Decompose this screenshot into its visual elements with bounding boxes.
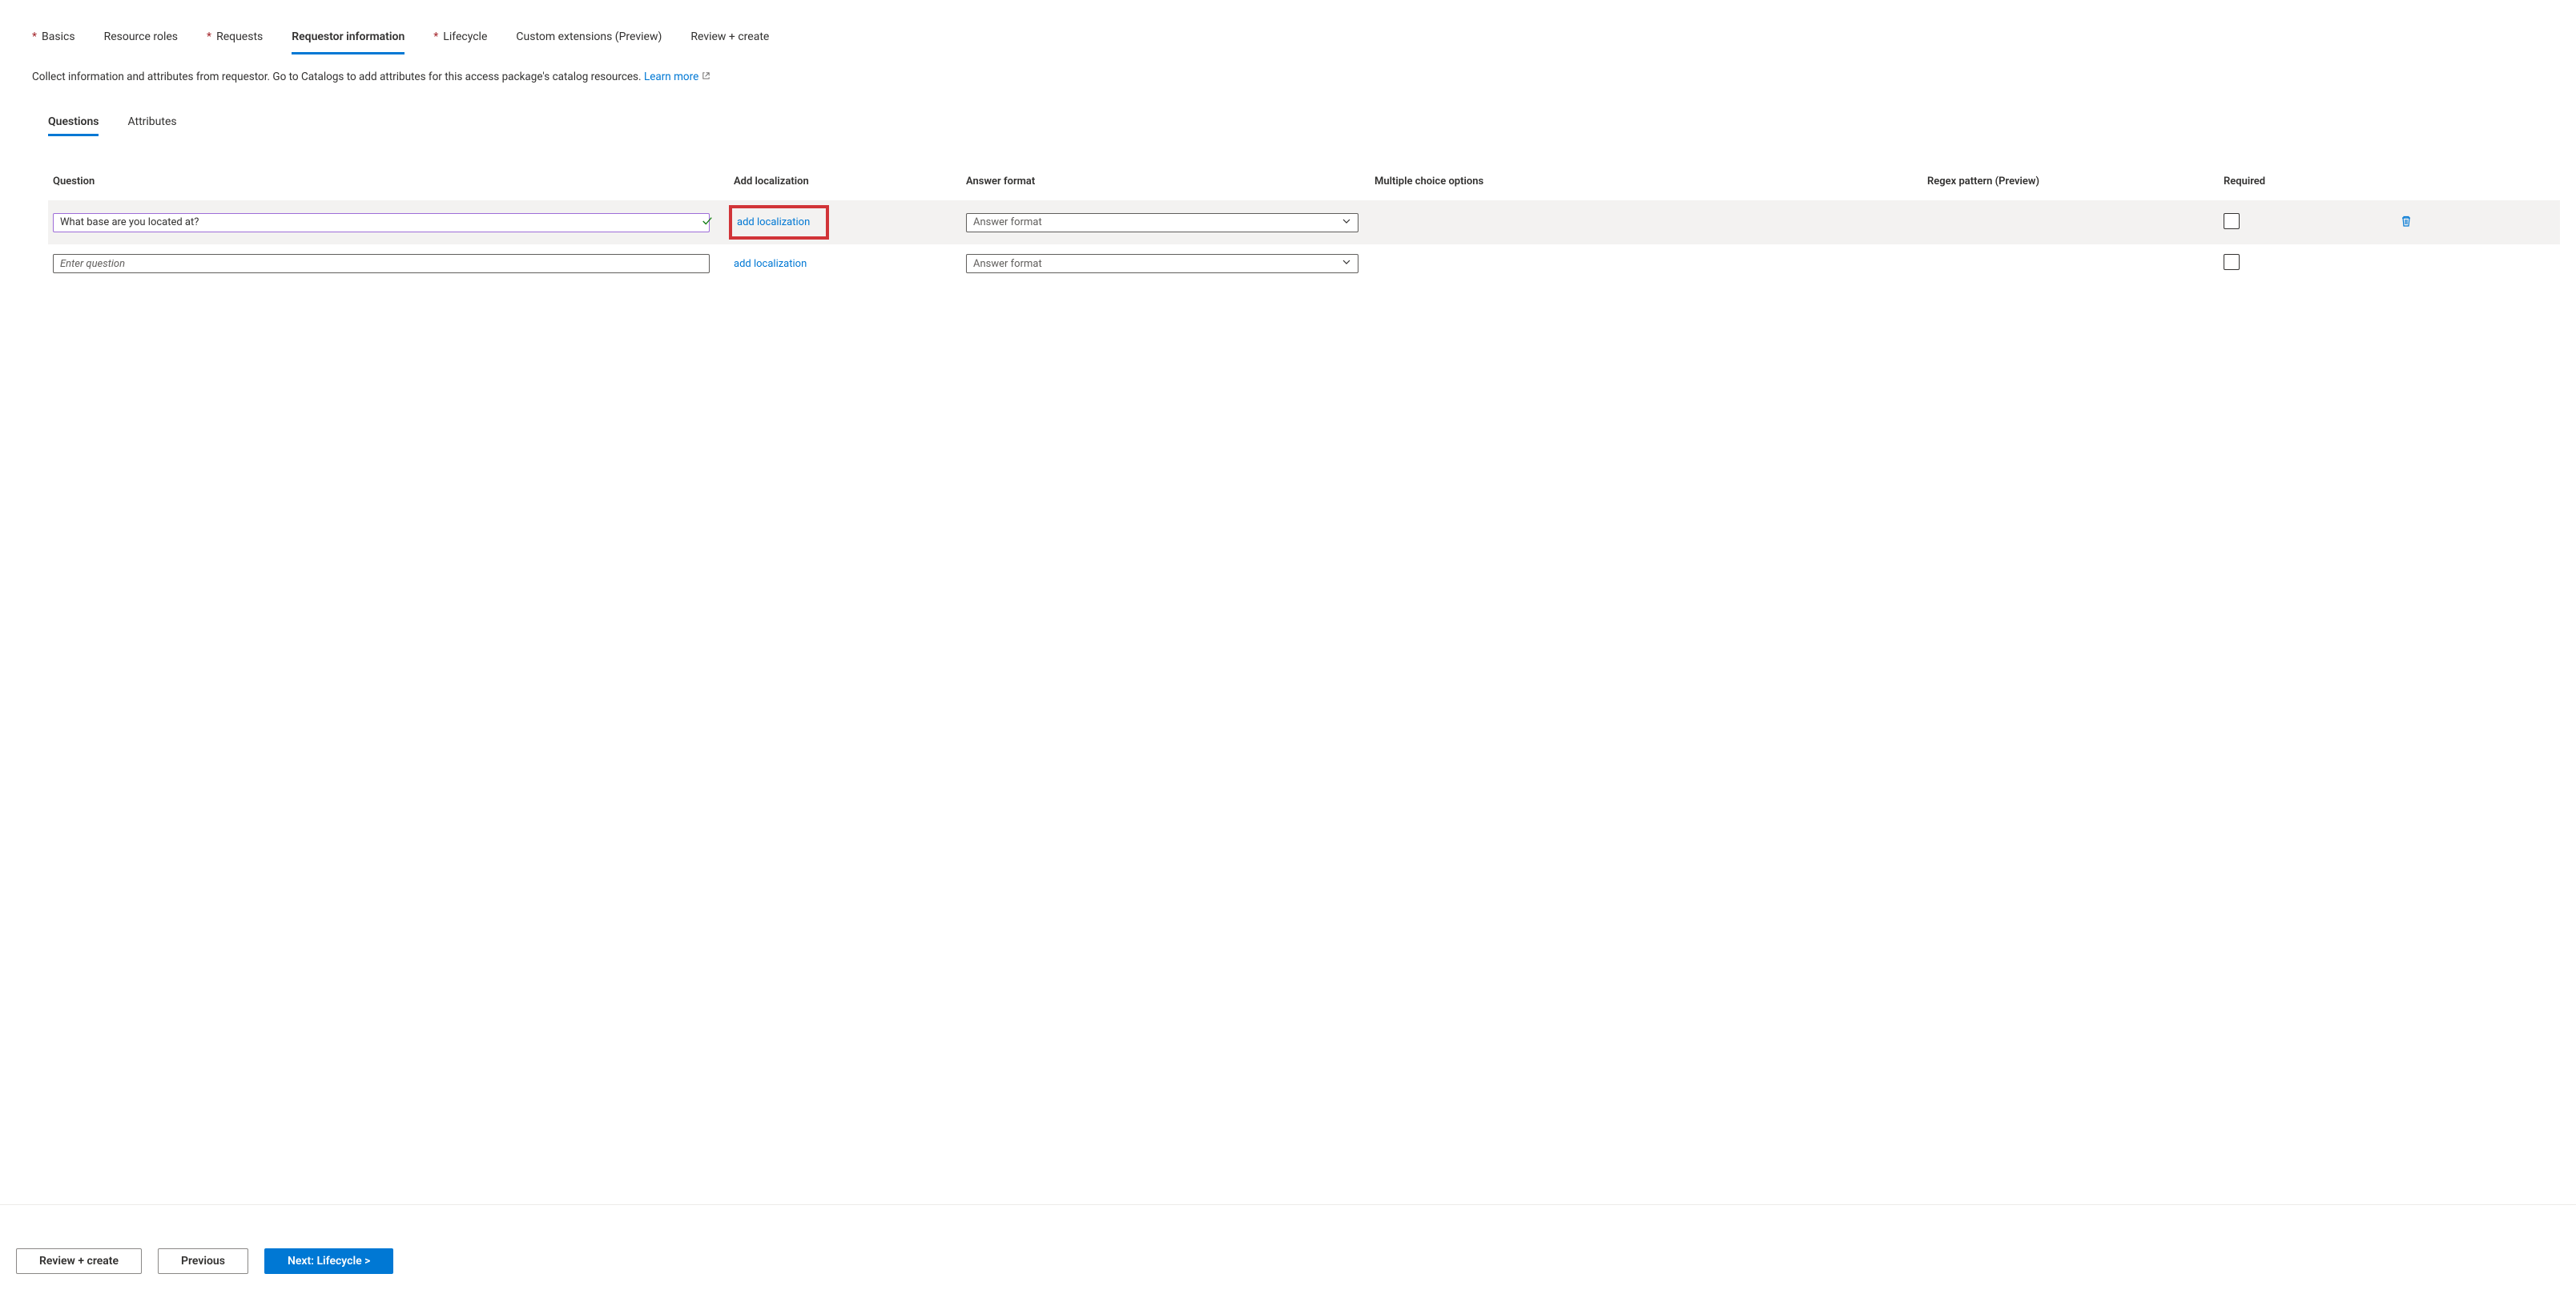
sub-tab-label: Attributes	[127, 115, 176, 128]
col-add-localization: Add localization	[729, 175, 961, 187]
previous-button[interactable]: Previous	[158, 1248, 248, 1274]
col-answer-format: Answer format	[961, 175, 1370, 187]
col-regex-pattern: Regex pattern (Preview)	[1922, 175, 2219, 187]
tab-lifecycle[interactable]: * Lifecycle	[433, 24, 487, 54]
wizard-tabs: * Basics Resource roles * Requests Reque…	[32, 24, 2544, 54]
dropdown-placeholder: Answer format	[973, 258, 1042, 270]
table-row: add localization Answer format	[48, 200, 2560, 244]
sub-tab-attributes[interactable]: Attributes	[127, 111, 176, 138]
add-localization-link[interactable]: add localization	[734, 258, 807, 270]
required-asterisk: *	[433, 30, 438, 43]
add-localization-link[interactable]: add localization	[737, 216, 810, 228]
required-asterisk: *	[32, 30, 37, 43]
required-checkbox[interactable]	[2224, 254, 2240, 270]
chevron-down-icon	[1342, 257, 1351, 270]
required-asterisk: *	[207, 30, 211, 43]
external-link-icon	[702, 71, 710, 83]
sub-tab-label: Questions	[48, 115, 99, 128]
tab-custom-extensions[interactable]: Custom extensions (Preview)	[516, 24, 662, 54]
trash-icon	[2400, 215, 2413, 228]
col-required: Required	[2219, 175, 2395, 187]
tab-label: Review + create	[690, 30, 769, 43]
next-button[interactable]: Next: Lifecycle >	[264, 1248, 393, 1274]
sub-tabs: Questions Attributes	[48, 111, 2544, 138]
add-localization-highlight: add localization	[729, 205, 829, 240]
learn-more-link[interactable]: Learn more	[644, 71, 710, 83]
table-header-row: Question Add localization Answer format …	[48, 162, 2560, 200]
dropdown-placeholder: Answer format	[973, 216, 1042, 228]
wizard-footer: Review + create Previous Next: Lifecycle…	[0, 1224, 2576, 1298]
tab-label: Custom extensions (Preview)	[516, 30, 662, 43]
tab-review-create[interactable]: Review + create	[690, 24, 769, 54]
delete-row-button[interactable]	[2400, 219, 2413, 231]
answer-format-dropdown[interactable]: Answer format	[966, 213, 1358, 232]
required-checkbox[interactable]	[2224, 213, 2240, 229]
question-input-wrap	[53, 254, 724, 273]
tab-label: Lifecycle	[443, 30, 487, 43]
tab-resource-roles[interactable]: Resource roles	[104, 24, 178, 54]
question-input[interactable]	[53, 254, 710, 273]
tab-label: Requests	[216, 30, 263, 43]
footer-separator	[0, 1204, 2576, 1205]
sub-tab-questions[interactable]: Questions	[48, 111, 99, 138]
tab-label: Resource roles	[104, 30, 178, 43]
answer-format-dropdown[interactable]: Answer format	[966, 254, 1358, 273]
tab-label: Requestor information	[292, 30, 405, 43]
chevron-down-icon	[1342, 216, 1351, 229]
tab-requestor-information[interactable]: Requestor information	[292, 24, 405, 54]
table-row: add localization Answer format	[48, 244, 2560, 283]
description-text: Collect information and attributes from …	[32, 71, 642, 83]
tab-basics[interactable]: * Basics	[32, 24, 75, 54]
col-multiple-choice: Multiple choice options	[1370, 175, 1922, 187]
col-question: Question	[48, 175, 729, 187]
tab-requests[interactable]: * Requests	[207, 24, 263, 54]
question-input[interactable]	[53, 213, 710, 232]
question-input-wrap	[53, 213, 724, 232]
tab-description: Collect information and attributes from …	[32, 71, 2544, 83]
tab-label: Basics	[42, 30, 75, 43]
questions-table: Question Add localization Answer format …	[48, 162, 2560, 283]
review-create-button[interactable]: Review + create	[16, 1248, 142, 1274]
